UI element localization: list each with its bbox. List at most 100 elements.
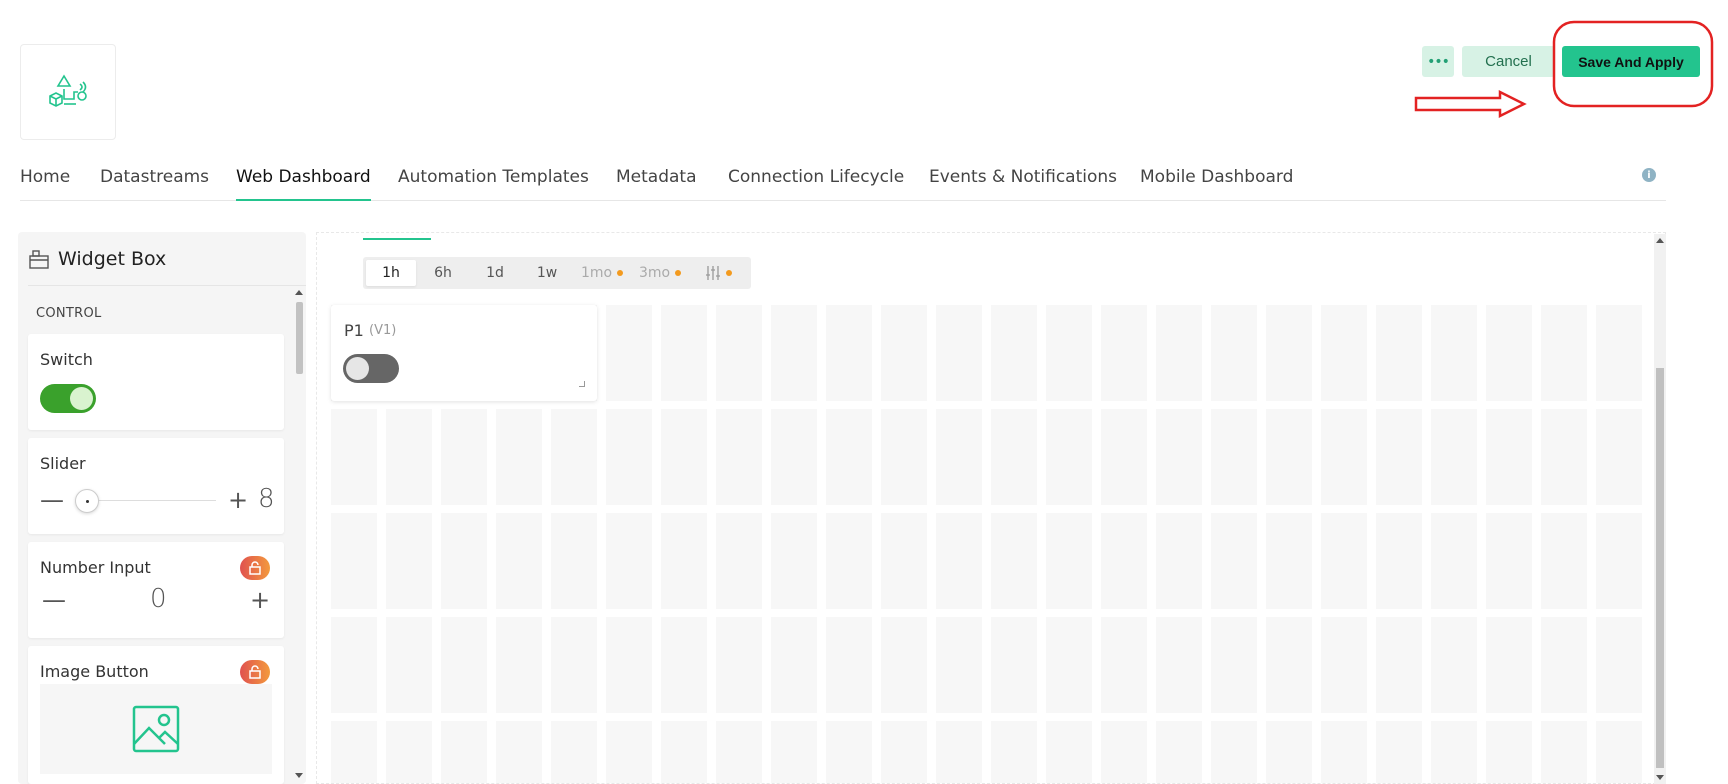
tab-datastreams[interactable]: Datastreams [100, 167, 209, 201]
tab-connection-lifecycle[interactable]: Connection Lifecycle [728, 167, 904, 201]
grid-cell [1211, 513, 1257, 609]
grid-cell [1376, 721, 1422, 783]
grid-cell [496, 409, 542, 505]
grid-cell [936, 721, 982, 783]
widget-box-icon [29, 249, 49, 269]
product-logo[interactable] [20, 44, 116, 140]
time-range-3mo[interactable]: 3mo [632, 260, 688, 286]
widget-image-button[interactable]: Image Button [28, 646, 284, 784]
grid-cell [1321, 617, 1367, 713]
grid-cell [716, 409, 762, 505]
grid-cell [771, 721, 817, 783]
widget-slider[interactable]: Slider — + 8 [28, 438, 284, 534]
canvas-scrollbar[interactable] [1654, 234, 1666, 784]
premium-dot-icon [725, 270, 732, 276]
grid-cell [606, 617, 652, 713]
time-range-6h[interactable]: 6h [418, 260, 468, 286]
grid-cell [1541, 721, 1587, 783]
grid-cell [1376, 617, 1422, 713]
widget-number-input[interactable]: Number Input — 0 + [28, 542, 284, 638]
image-placeholder [40, 684, 272, 774]
grid-cell [1321, 409, 1367, 505]
grid-cell [771, 617, 817, 713]
grid-cell [1211, 617, 1257, 713]
grid-cell [936, 409, 982, 505]
grid-cell [1596, 617, 1642, 713]
grid-cell [716, 513, 762, 609]
save-and-apply-button[interactable]: Save And Apply [1562, 46, 1700, 77]
grid-cell [771, 409, 817, 505]
widget-switch[interactable]: Switch [28, 334, 284, 430]
lock-icon [240, 556, 270, 580]
scroll-down-icon[interactable] [295, 773, 303, 778]
time-range-1mo[interactable]: 1mo [574, 260, 630, 286]
grid-cell [1596, 305, 1642, 401]
slider-thumb [75, 489, 99, 513]
scroll-up-icon[interactable] [1656, 238, 1664, 243]
time-range-1h[interactable]: 1h [366, 260, 416, 286]
tab-mobile-dashboard[interactable]: Mobile Dashboard [1140, 167, 1293, 201]
sliders-icon [705, 266, 720, 280]
grid-cell [441, 513, 487, 609]
grid-cell [1156, 617, 1202, 713]
grid-cell [1046, 305, 1092, 401]
grid-cell [1486, 721, 1532, 783]
lock-icon [240, 660, 270, 684]
grid-cell [606, 409, 652, 505]
grid-cell [1101, 409, 1147, 505]
navigation-tabs: Home Datastreams Web Dashboard Automatio… [20, 160, 1666, 201]
time-range-custom[interactable] [690, 260, 746, 286]
grid-cell [826, 305, 872, 401]
grid-cell [1431, 305, 1477, 401]
cancel-button[interactable]: Cancel [1462, 46, 1555, 77]
dashboard-switch-widget[interactable]: P1 (V1) [331, 305, 597, 401]
grid-cell [991, 617, 1037, 713]
grid-cell [991, 305, 1037, 401]
grid-cell [551, 721, 597, 783]
grid-cell [606, 513, 652, 609]
grid-cell [496, 513, 542, 609]
time-range-1d[interactable]: 1d [470, 260, 520, 286]
tab-web-dashboard[interactable]: Web Dashboard [236, 167, 371, 201]
grid-cell [881, 305, 927, 401]
tab-home[interactable]: Home [20, 167, 70, 201]
grid-cell [661, 721, 707, 783]
grid-cell [1266, 409, 1312, 505]
grid-cell [1321, 721, 1367, 783]
tab-automation-templates[interactable]: Automation Templates [398, 167, 589, 201]
image-icon [132, 705, 180, 753]
widget-box-scrollbar[interactable] [294, 288, 304, 784]
grid-cell [1486, 617, 1532, 713]
scroll-up-icon[interactable] [295, 290, 303, 295]
grid-cell [331, 513, 377, 609]
grid-cell [331, 721, 377, 783]
grid-cell [1596, 513, 1642, 609]
grid-cell [936, 305, 982, 401]
more-options-button[interactable]: ••• [1422, 46, 1454, 77]
widget-title: P1 [344, 321, 364, 340]
grid-cell [606, 305, 652, 401]
grid-cell [1266, 721, 1312, 783]
widget-box-title: Widget Box [58, 247, 167, 270]
slider-plus-icon: + [228, 486, 249, 514]
annotation-arrow [1414, 89, 1527, 119]
canvas-scroll-thumb[interactable] [1656, 368, 1664, 768]
grid-cell [441, 409, 487, 505]
switch-toggle[interactable] [343, 354, 399, 383]
slider-value: 8 [258, 484, 275, 514]
dashboard-canvas[interactable]: 1h 6h 1d 1w 1mo 3mo P1 (V1) [316, 232, 1666, 784]
scroll-down-icon[interactable] [1656, 775, 1664, 780]
time-range-1w[interactable]: 1w [522, 260, 572, 286]
tab-metadata[interactable]: Metadata [616, 167, 697, 201]
info-icon[interactable]: i [1642, 168, 1656, 182]
tab-events-notifications[interactable]: Events & Notifications [929, 167, 1117, 201]
grid-cell [386, 617, 432, 713]
grid-cell [441, 721, 487, 783]
resize-handle-icon[interactable] [579, 381, 585, 387]
grid-cell [1046, 409, 1092, 505]
widget-box-scroll-thumb[interactable] [296, 302, 303, 374]
slider-minus-icon: — [40, 486, 64, 514]
grid-cell [771, 513, 817, 609]
grid-cell [1156, 305, 1202, 401]
grid-cell [826, 721, 872, 783]
